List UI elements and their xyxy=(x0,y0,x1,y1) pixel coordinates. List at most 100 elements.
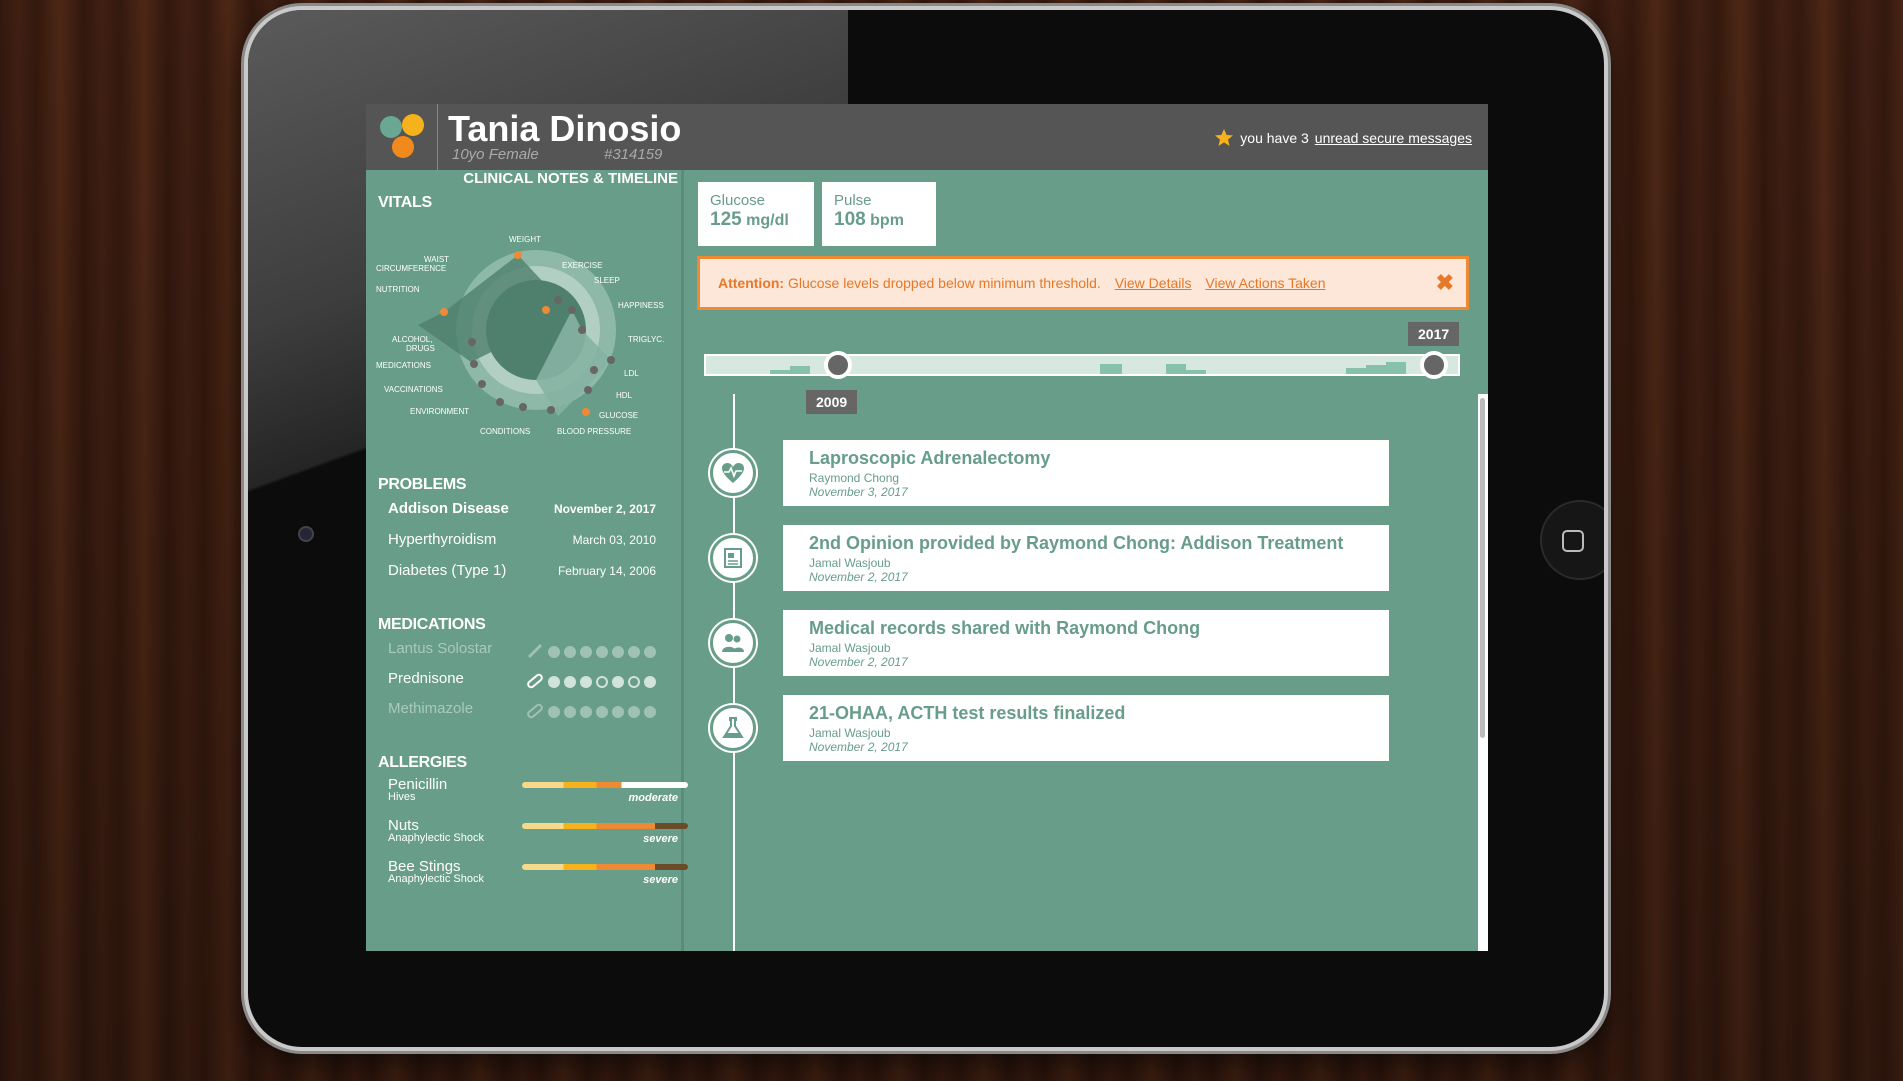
radar-point xyxy=(514,251,522,259)
entry-title: Medical records shared with Raymond Chon… xyxy=(809,618,1201,638)
dose-tracker xyxy=(548,706,656,718)
entry-date: November 2, 2017 xyxy=(809,740,908,754)
logo-dot-icon xyxy=(380,116,402,138)
dose-dot xyxy=(644,706,656,718)
document-icon xyxy=(710,535,756,581)
scrollbar-thumb[interactable] xyxy=(1480,398,1485,738)
radar-label-conditions: CONDITIONS xyxy=(480,427,530,436)
dose-dot xyxy=(580,706,592,718)
heart-pulse-icon xyxy=(710,450,756,496)
start-year-label: 2009 xyxy=(806,390,858,414)
dose-dot xyxy=(612,706,624,718)
dose-dot xyxy=(564,676,576,688)
problem-item[interactable]: Diabetes (Type 1) February 14, 2006 xyxy=(388,562,678,579)
timeline-entry[interactable]: 2nd Opinion provided by Raymond Chong: A… xyxy=(783,525,1389,591)
timeline-histogram-bar xyxy=(770,370,790,374)
dose-dot xyxy=(580,676,592,688)
patient-name: Tania Dinosio xyxy=(448,108,682,149)
dose-dot xyxy=(580,646,592,658)
view-actions-link[interactable]: View Actions Taken xyxy=(1205,275,1325,291)
messages-notice: you have 3 unread secure messages xyxy=(1214,128,1472,148)
medications-title: MEDICATIONS xyxy=(378,616,486,633)
star-icon xyxy=(1215,129,1234,146)
home-button[interactable] xyxy=(1540,500,1604,580)
view-details-link[interactable]: View Details xyxy=(1115,275,1192,291)
radar-point xyxy=(478,380,486,388)
radar-point xyxy=(578,326,586,334)
problems-title: PROBLEMS xyxy=(378,476,467,493)
dose-dot xyxy=(548,676,560,688)
dose-dot xyxy=(612,676,624,688)
logo-dot-icon xyxy=(392,136,414,158)
entry-date: November 2, 2017 xyxy=(809,655,908,669)
radar-point xyxy=(584,386,592,394)
dose-dot xyxy=(628,676,640,688)
medication-item[interactable]: Prednisone xyxy=(388,670,678,692)
vitals-radar-chart: WEIGHT EXERCISE SLEEP HAPPINESS TRIGLYC.… xyxy=(376,235,664,436)
timeline-entry[interactable]: Laproscopic Adrenalectomy Raymond Chong … xyxy=(783,440,1389,506)
problem-date: November 2, 2017 xyxy=(553,502,656,516)
radar-label-weight: WEIGHT xyxy=(509,235,541,244)
timeline-start-handle[interactable] xyxy=(824,351,852,379)
radar-point xyxy=(440,308,448,316)
pulse-card[interactable]: Pulse 108 bpm xyxy=(822,182,936,246)
vital-label: Glucose xyxy=(710,192,766,209)
problem-item[interactable]: Addison Disease November 2, 2017 xyxy=(388,500,678,517)
app-header: Tania Dinosio 10yo Female #314159 you ha… xyxy=(366,104,1488,170)
allergy-item[interactable]: Nuts Anaphylectic Shock severe xyxy=(388,817,688,853)
close-icon[interactable]: ✖ xyxy=(1436,259,1454,307)
dose-dot xyxy=(596,706,608,718)
dose-dot xyxy=(596,646,608,658)
app-logo[interactable] xyxy=(366,104,438,170)
allergy-severity: severe xyxy=(643,833,678,845)
medication-item[interactable]: Methimazole xyxy=(388,700,678,722)
pill-icon xyxy=(527,703,543,719)
patient-id: #314159 xyxy=(604,146,663,163)
dose-dot xyxy=(628,706,640,718)
radar-label-ldl: LDL xyxy=(624,369,639,378)
vital-unit: mg/dl xyxy=(746,212,789,229)
alert-prefix: Attention: xyxy=(718,275,785,291)
allergy-severity: severe xyxy=(643,874,678,886)
medication-item[interactable]: Lantus Solostar xyxy=(388,640,678,662)
medication-name: Methimazole xyxy=(388,700,474,717)
entry-date: November 3, 2017 xyxy=(809,485,908,499)
allergy-reaction: Anaphylectic Shock xyxy=(388,873,484,885)
entry-title: Laproscopic Adrenalectomy xyxy=(809,448,1051,468)
radar-point xyxy=(568,306,576,314)
problem-item[interactable]: Hyperthyroidism March 03, 2010 xyxy=(388,531,678,548)
timeline-histogram-bar xyxy=(1386,362,1406,374)
dose-dot xyxy=(548,706,560,718)
radar-label-vaccinations: VACCINATIONS xyxy=(384,385,443,394)
patient-demographics: 10yo Female xyxy=(452,146,539,163)
timeline-histogram-bar xyxy=(1166,364,1186,374)
timeline-end-handle[interactable] xyxy=(1420,351,1448,379)
allergy-reaction: Anaphylectic Shock xyxy=(388,832,484,844)
camera-icon xyxy=(298,526,314,542)
vital-unit: bpm xyxy=(870,212,904,229)
messages-prefix: you have 3 xyxy=(1240,130,1309,146)
timeline-entry[interactable]: 21-OHAA, ACTH test results finalized Jam… xyxy=(783,695,1389,761)
timeline-entry[interactable]: Medical records shared with Raymond Chon… xyxy=(783,610,1389,676)
radar-label-blood-pressure: BLOOD PRESSURE xyxy=(557,427,631,436)
entry-title: 21-OHAA, ACTH test results finalized xyxy=(809,703,1126,723)
flask-icon xyxy=(710,705,756,751)
dose-dot xyxy=(548,646,560,658)
radar-label-hdl: HDL xyxy=(616,391,633,400)
dose-dot xyxy=(612,646,624,658)
vital-value: 108 xyxy=(834,209,866,230)
radar-point xyxy=(470,360,478,368)
timeline-range-slider[interactable] xyxy=(704,351,1460,379)
radar-point xyxy=(519,403,527,411)
allergy-item[interactable]: Bee Stings Anaphylectic Shock severe xyxy=(388,858,688,894)
unread-messages-link[interactable]: unread secure messages xyxy=(1315,130,1472,146)
end-year-label: 2017 xyxy=(1408,322,1460,346)
radar-label-exercise: EXERCISE xyxy=(562,261,602,270)
allergy-item[interactable]: Penicillin Hives moderate xyxy=(388,776,688,812)
clinical-notes-tab[interactable]: CLINICAL NOTES & TIMELINE xyxy=(366,170,684,192)
radar-label-nutrition: NUTRITION xyxy=(376,285,420,294)
glucose-card[interactable]: Glucose 125 mg/dl xyxy=(698,182,814,246)
entry-date: November 2, 2017 xyxy=(809,570,908,584)
timeline-scrollbar[interactable] xyxy=(1478,394,1488,951)
dose-dot xyxy=(644,646,656,658)
